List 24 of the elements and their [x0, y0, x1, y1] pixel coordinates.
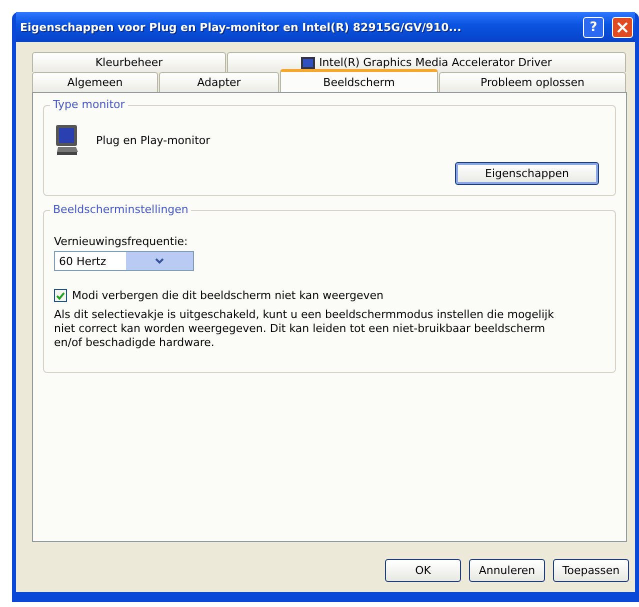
properties-button[interactable]: Eigenschappen: [455, 162, 599, 185]
checkbox-label: Modi verbergen die dit beeldscherm niet kan weergeven: [72, 289, 384, 302]
dialog-button[interactable]: Annuleren: [469, 559, 545, 582]
tab[interactable]: Algemeen: [32, 72, 158, 92]
dialog-button[interactable]: Toepassen: [553, 559, 629, 582]
help-button[interactable]: ?: [583, 16, 604, 38]
refresh-rate-dropdown[interactable]: 60 Hertz: [54, 251, 194, 271]
close-button[interactable]: [612, 16, 633, 38]
tab[interactable]: Intel(R) Graphics Media Accelerator Driver: [227, 52, 626, 72]
window-title: Eigenschappen voor Plug en Play-monitor en Intel(R) 82915G/GV/910...: [20, 20, 462, 34]
tab[interactable]: Probleem oplossen: [439, 72, 626, 92]
tab[interactable]: Beeldscherm: [280, 69, 438, 92]
close-icon: [617, 22, 628, 32]
group-title: Beeldscherminstellingen: [50, 203, 192, 216]
checkbox[interactable]: [54, 289, 67, 302]
tab[interactable]: Kleurbeheer: [32, 52, 226, 72]
monitor-icon: [54, 124, 80, 156]
monitor-name: Plug en Play-monitor: [96, 134, 210, 146]
refresh-rate-label: Vernieuwingsfrequentie:: [54, 235, 189, 248]
group-title: Type monitor: [50, 98, 128, 111]
caret-icon: [155, 258, 164, 264]
tab[interactable]: Adapter: [159, 72, 279, 92]
dialog-button[interactable]: OK: [385, 559, 461, 582]
warning-text: Als dit selectievakje is uitgeschakeld, kunt u een beeldschermmodus instellen die mogelijk niet correct kan worden weergegeven. Dit kan leiden tot een niet-bruikbaar beeldscherm en/of beschadigde hardware.: [54, 308, 555, 350]
